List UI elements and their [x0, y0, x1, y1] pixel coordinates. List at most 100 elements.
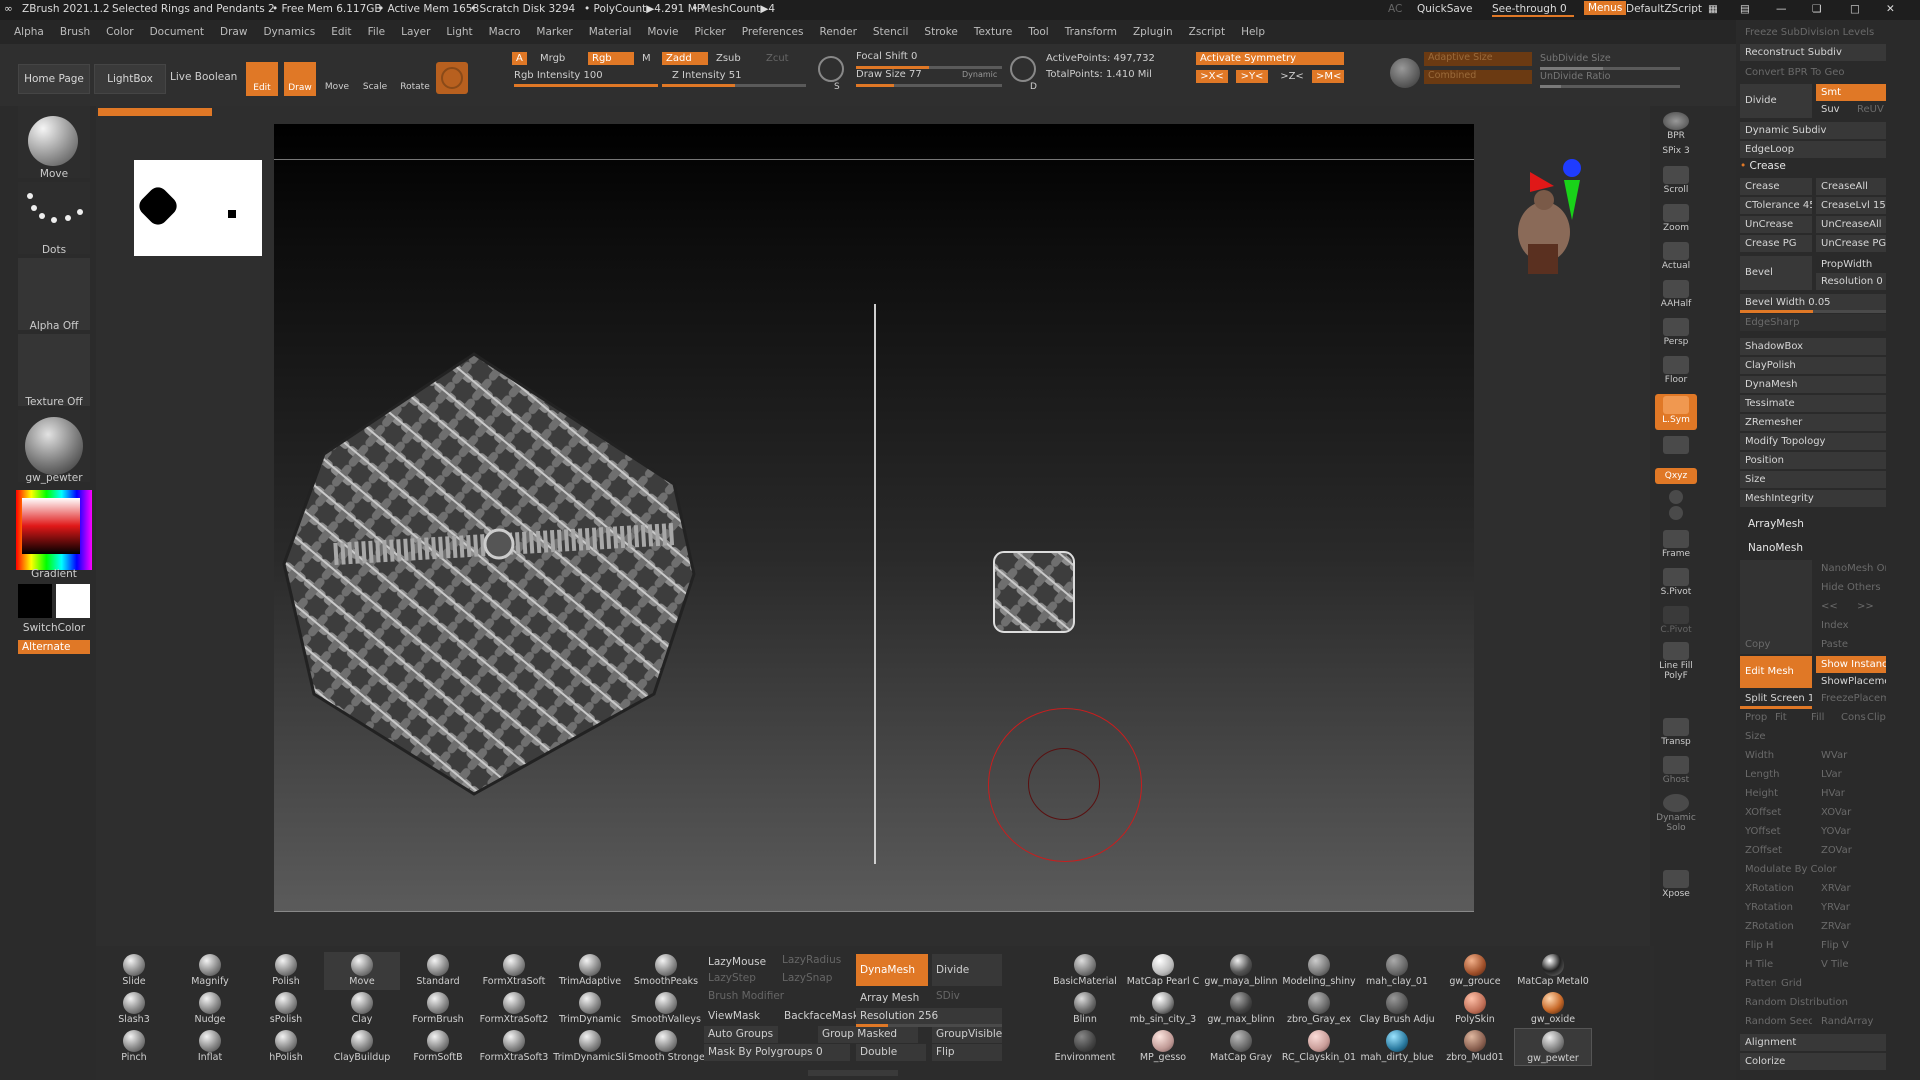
menu-stroke[interactable]: Stroke [916, 20, 965, 44]
yrvar-slider[interactable]: YRVar [1816, 899, 1886, 916]
lazyradius-slider[interactable]: LazyRadius [778, 952, 841, 969]
arraymesh-section[interactable]: ArrayMesh [1748, 518, 1804, 530]
xpose-button[interactable]: Xpose [1655, 868, 1697, 904]
propwidth-toggle[interactable]: PropWidth [1816, 256, 1886, 273]
material-matcap-metal[interactable]: MatCap Metal0 [1514, 952, 1592, 990]
randarray-button[interactable]: RandArray [1816, 1013, 1886, 1030]
draw-mode-button[interactable]: Draw [284, 62, 316, 96]
lock-button[interactable] [1655, 434, 1697, 466]
menu-brush[interactable]: Brush [52, 20, 98, 44]
adaptive-size-slider[interactable]: Adaptive Size [1424, 52, 1532, 66]
material-gw-max-blinn[interactable]: gw_max_blinn [1202, 990, 1280, 1028]
home-page-button[interactable]: Home Page [18, 64, 90, 94]
brush-slash3[interactable]: Slash3 [96, 990, 172, 1028]
yoffset-slider[interactable]: YOffset [1740, 823, 1812, 840]
menu-document[interactable]: Document [142, 20, 212, 44]
double-toggle[interactable]: Double [856, 1044, 926, 1061]
grid-toggle[interactable]: Grid [1776, 975, 1812, 992]
material-modeling-shiny[interactable]: Modeling_shiny [1280, 952, 1358, 990]
live-boolean-button[interactable]: Live Boolean [170, 71, 237, 83]
dynamesh-button[interactable]: DynaMesh [856, 954, 928, 986]
sdiv-slider[interactable]: SDiv [932, 988, 960, 1005]
zremesher-section[interactable]: ZRemesher [1740, 414, 1886, 431]
brush-clay[interactable]: Clay [324, 990, 400, 1028]
menu-file[interactable]: File [360, 20, 394, 44]
z-intensity-slider[interactable] [662, 84, 806, 87]
brush-pinch[interactable]: Pinch [96, 1028, 172, 1066]
xrotation-slider[interactable]: XRotation [1740, 880, 1812, 897]
brush-trimdynamicsli[interactable]: TrimDynamicSli [552, 1028, 628, 1066]
brush-formbrush[interactable]: FormBrush [400, 990, 476, 1028]
width-slider[interactable]: Width [1740, 747, 1812, 764]
convert-bpr-button[interactable]: Convert BPR To Geo [1740, 64, 1886, 81]
main-color-swatch[interactable] [18, 584, 52, 618]
size-slider[interactable]: Size [1740, 728, 1886, 745]
random-distribution-toggle[interactable]: Random Distribution [1740, 994, 1886, 1011]
menu-stencil[interactable]: Stencil [865, 20, 917, 44]
edit-mesh-button[interactable]: Edit Mesh [1740, 656, 1812, 688]
scroll-button[interactable]: Scroll [1655, 164, 1697, 200]
persp-button[interactable]: Persp [1655, 316, 1697, 352]
bevel-resolution-slider[interactable]: Resolution 0 [1816, 273, 1886, 290]
m-button[interactable]: M [642, 53, 651, 64]
material-rc-clayskin[interactable]: RC_Clayskin_01 [1280, 1028, 1358, 1066]
menu-macro[interactable]: Macro [481, 20, 529, 44]
symmetry-z-button[interactable]: >Z< [1276, 71, 1308, 82]
transp-button[interactable]: Transp [1655, 716, 1697, 752]
hvar-slider[interactable]: HVar [1816, 785, 1886, 802]
brush-smoothpeaks[interactable]: SmoothPeaks [628, 952, 704, 990]
quicksave-button[interactable]: QuickSave [1417, 3, 1472, 15]
xoffset-slider[interactable]: XOffset [1740, 804, 1812, 821]
zcut-button[interactable]: Zcut [766, 53, 789, 64]
menu-render[interactable]: Render [812, 20, 865, 44]
shelf-scroll-handle[interactable] [808, 1070, 898, 1076]
paste-button[interactable]: Paste [1816, 636, 1886, 653]
material-mah-dirty-blue[interactable]: mah_dirty_blue [1358, 1028, 1436, 1066]
reuv-toggle[interactable]: ReUV [1852, 101, 1886, 118]
close-icon[interactable]: ✕ [1886, 3, 1895, 15]
brush-claybuildup[interactable]: ClayBuildup [324, 1028, 400, 1066]
brush-slide[interactable]: Slide [96, 952, 172, 990]
menu-zscript[interactable]: Zscript [1181, 20, 1233, 44]
mask-by-polygroups-slider[interactable]: Mask By Polygroups 0 [704, 1044, 850, 1061]
material-gw-oxide[interactable]: gw_oxide [1514, 990, 1592, 1028]
array-mesh-button[interactable]: Array Mesh [856, 990, 926, 1007]
group-masked-button[interactable]: Group Masked [818, 1026, 918, 1043]
brush-standard[interactable]: Standard [400, 952, 476, 990]
index-slider[interactable]: Index [1816, 617, 1886, 634]
menu-transform[interactable]: Transform [1057, 20, 1125, 44]
material-mah-clay-01[interactable]: mah_clay_01 [1358, 952, 1436, 990]
divide-button-bottom[interactable]: Divide [932, 954, 1002, 986]
brush-trimdynamic[interactable]: TrimDynamic [552, 990, 628, 1028]
menu-light[interactable]: Light [438, 20, 480, 44]
brush-inflat[interactable]: Inflat [172, 1028, 248, 1066]
brush-polish[interactable]: Polish [248, 952, 324, 990]
wvar-slider[interactable]: WVar [1816, 747, 1886, 764]
crease-button[interactable]: Crease [1740, 178, 1812, 195]
split-screen-slider[interactable]: Split Screen 1 [1740, 690, 1812, 707]
menu-draw[interactable]: Draw [212, 20, 255, 44]
activate-symmetry-button[interactable]: Activate Symmetry [1196, 52, 1344, 65]
edgeloop-section[interactable]: EdgeLoop [1740, 141, 1886, 158]
material-blinn[interactable]: Blinn [1046, 990, 1124, 1028]
show-placement-toggle[interactable]: ShowPlacement [1816, 673, 1886, 690]
lvar-slider[interactable]: LVar [1816, 766, 1886, 783]
navigation-thumbnail[interactable] [134, 160, 262, 256]
symmetry-m-button[interactable]: >M< [1312, 70, 1344, 83]
brush-trimadaptive[interactable]: TrimAdaptive [552, 952, 628, 990]
zrvar-slider[interactable]: ZRVar [1816, 918, 1886, 935]
default-zscript-button[interactable]: DefaultZScript [1626, 3, 1702, 15]
claypolish-section[interactable]: ClayPolish [1740, 357, 1886, 374]
rgb-button[interactable]: Rgb [588, 52, 634, 65]
menu-marker[interactable]: Marker [528, 20, 580, 44]
yrotation-slider[interactable]: YRotation [1740, 899, 1812, 916]
divide-button[interactable]: Divide [1740, 84, 1812, 118]
maximize-icon[interactable]: □ [1850, 3, 1860, 15]
xrvar-slider[interactable]: XRVar [1816, 880, 1886, 897]
freeze-subdivision-button[interactable]: Freeze SubDivision Levels [1740, 24, 1886, 41]
mrgb-button[interactable]: Mrgb [540, 53, 565, 64]
qxyz-button[interactable]: Qxyz [1655, 468, 1697, 484]
zoffset-slider[interactable]: ZOffset [1740, 842, 1812, 859]
random-seed-slider[interactable]: Random Seed [1740, 1013, 1812, 1030]
lightbox-button[interactable]: LightBox [94, 64, 166, 94]
